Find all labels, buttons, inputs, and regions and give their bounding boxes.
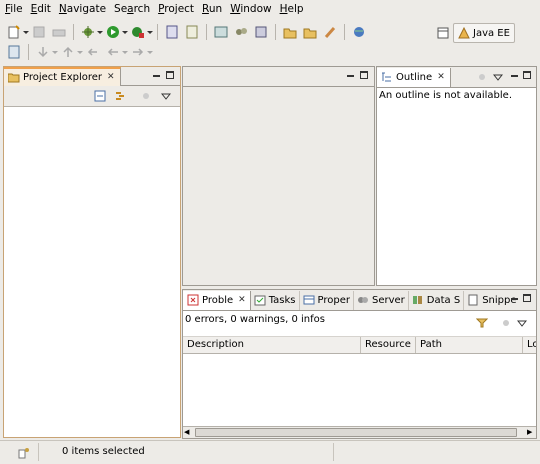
- status-text: 0 items selected: [62, 446, 145, 457]
- print-icon[interactable]: [51, 24, 67, 40]
- minimize-icon[interactable]: [511, 71, 520, 80]
- maximize-icon[interactable]: [523, 294, 532, 303]
- link-with-editor-icon[interactable]: [112, 88, 128, 104]
- perspective-bar: Java EE: [433, 23, 515, 43]
- new-ejb-icon[interactable]: [213, 24, 229, 40]
- sql-scrapbook-icon[interactable]: [6, 44, 22, 60]
- menu-navigate[interactable]: Navigate: [54, 3, 109, 15]
- minimize-icon[interactable]: [153, 71, 162, 80]
- toolbar-separator: [206, 24, 207, 40]
- view-menu-icon[interactable]: [138, 88, 154, 104]
- column-description[interactable]: Description: [183, 337, 361, 353]
- new-web-project-icon[interactable]: [184, 24, 200, 40]
- menu-run[interactable]: Run: [197, 3, 225, 15]
- tasks-icon: [254, 294, 266, 306]
- folder-icon: [7, 71, 20, 83]
- maximize-icon[interactable]: [523, 71, 532, 80]
- new-bean-icon[interactable]: [233, 24, 249, 40]
- java-ee-icon: [458, 26, 470, 39]
- problems-icon: [187, 294, 199, 306]
- menu-window[interactable]: Window: [225, 3, 274, 15]
- open-task-icon[interactable]: [322, 24, 338, 40]
- forward-icon[interactable]: [130, 44, 146, 60]
- project-explorer-panel: Project Explorer ✕: [3, 66, 181, 438]
- close-icon[interactable]: ✕: [238, 295, 246, 305]
- tab-project-explorer[interactable]: Project Explorer ✕: [4, 66, 121, 86]
- toolbar-separator: [344, 24, 345, 40]
- scroll-right-icon[interactable]: ▶: [527, 428, 535, 436]
- new-icon[interactable]: [6, 24, 22, 40]
- menu-search[interactable]: Search: [109, 3, 153, 15]
- properties-icon: [303, 294, 315, 306]
- maximize-icon[interactable]: [360, 71, 369, 80]
- close-icon[interactable]: ✕: [437, 72, 445, 82]
- horizontal-scrollbar[interactable]: ◀ ▶: [183, 426, 536, 438]
- run-icon[interactable]: [105, 24, 121, 40]
- problems-panel: Proble ✕ Tasks Proper Server Data S Snip…: [182, 289, 537, 439]
- data-source-icon: [412, 294, 424, 306]
- view-menu-icon[interactable]: [498, 315, 514, 331]
- secondary-toolbar: [4, 42, 153, 62]
- tab-servers[interactable]: Server: [354, 290, 409, 310]
- filter-icon[interactable]: [474, 315, 490, 331]
- status-bar: 0 items selected: [0, 440, 540, 464]
- editor-area: [182, 66, 375, 286]
- back-icon[interactable]: [105, 44, 121, 60]
- toolbar-separator: [275, 24, 276, 40]
- chevron-down-icon[interactable]: [514, 315, 530, 331]
- perspective-java-ee-button[interactable]: Java EE: [453, 23, 515, 43]
- menu-file[interactable]: File: [0, 3, 26, 15]
- open-type-icon[interactable]: [282, 24, 298, 40]
- menu-bar: File Edit Navigate Search Project Run Wi…: [0, 0, 540, 18]
- scroll-left-icon[interactable]: ◀: [184, 428, 192, 436]
- snippets-icon: [467, 294, 479, 306]
- servers-icon: [357, 294, 369, 306]
- new-server-icon[interactable]: [164, 24, 180, 40]
- column-resource[interactable]: Resource: [361, 337, 416, 353]
- open-perspective-icon[interactable]: [435, 25, 451, 41]
- close-icon[interactable]: ✕: [107, 72, 115, 82]
- minimize-icon[interactable]: [511, 294, 520, 303]
- problems-summary: 0 errors, 0 warnings, 0 infos: [185, 314, 325, 325]
- view-menu-icon[interactable]: [474, 69, 490, 85]
- tab-data-source[interactable]: Data S: [409, 290, 465, 310]
- menu-edit[interactable]: Edit: [26, 3, 54, 15]
- column-path[interactable]: Path: [416, 337, 523, 353]
- tab-problems[interactable]: Proble ✕: [183, 290, 251, 310]
- problems-table-header: Description Resource Path Lo: [183, 337, 536, 354]
- debug-icon[interactable]: [80, 24, 96, 40]
- outline-panel: Outline ✕ An outline is not available.: [376, 66, 537, 286]
- maximize-icon[interactable]: [166, 71, 175, 80]
- external-tools-icon[interactable]: [130, 24, 146, 40]
- toolbar-separator: [28, 44, 29, 60]
- previous-annotation-icon[interactable]: [60, 44, 76, 60]
- menu-project[interactable]: Project: [153, 3, 197, 15]
- last-edit-icon[interactable]: [85, 44, 101, 60]
- main-toolbar: [4, 22, 369, 42]
- fast-view-icon[interactable]: [16, 445, 32, 461]
- collapse-all-icon[interactable]: [92, 88, 108, 104]
- chevron-down-icon[interactable]: [158, 88, 174, 104]
- toolbar-separator: [157, 24, 158, 40]
- new-webservice-icon[interactable]: [253, 24, 269, 40]
- tab-properties[interactable]: Proper: [300, 290, 354, 310]
- save-icon[interactable]: [31, 24, 47, 40]
- open-resource-icon[interactable]: [302, 24, 318, 40]
- outline-icon: [381, 71, 393, 83]
- minimize-icon[interactable]: [347, 71, 356, 80]
- column-location[interactable]: Lo: [523, 337, 536, 353]
- outline-message: An outline is not available.: [379, 90, 512, 101]
- toolbar-separator: [73, 24, 74, 40]
- menu-help[interactable]: Help: [275, 3, 307, 15]
- tab-outline[interactable]: Outline ✕: [377, 67, 451, 87]
- next-annotation-icon[interactable]: [35, 44, 51, 60]
- scrollbar-thumb[interactable]: [195, 428, 517, 437]
- chevron-down-icon[interactable]: [490, 69, 506, 85]
- web-browser-icon[interactable]: [351, 24, 367, 40]
- tab-tasks[interactable]: Tasks: [251, 290, 300, 310]
